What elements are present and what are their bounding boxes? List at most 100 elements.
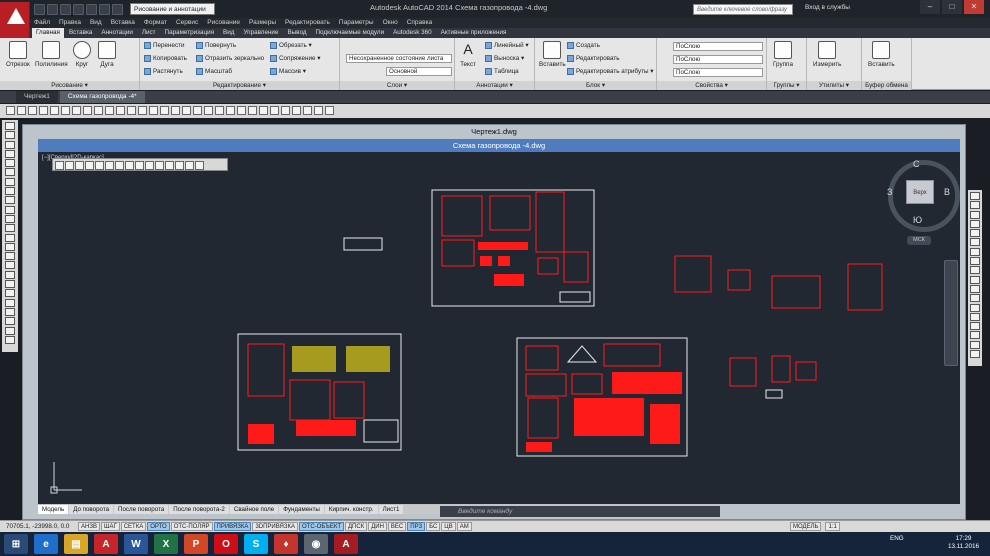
dimension-tool-icon[interactable] — [127, 106, 136, 115]
linetype-select[interactable]: ПоСлою — [673, 55, 763, 64]
taskbar-app-opera[interactable]: O — [214, 534, 238, 554]
modify-tool-icon[interactable] — [970, 331, 980, 340]
dimension-tool-icon[interactable] — [259, 106, 268, 115]
modify-tool-icon[interactable] — [970, 284, 980, 293]
dimension-tool-icon[interactable] — [281, 106, 290, 115]
language-indicator[interactable]: ENG — [890, 535, 904, 542]
status-toggle-12[interactable]: БС — [426, 522, 441, 531]
status-toggle-0[interactable]: АНЗВ — [78, 522, 100, 531]
draw-tool-icon[interactable] — [5, 270, 15, 279]
status-toggle-9[interactable]: ДИН — [368, 522, 387, 531]
snap-tool-icon[interactable] — [105, 161, 114, 170]
print-icon[interactable] — [86, 3, 97, 15]
dimension-tool-icon[interactable] — [226, 106, 235, 115]
model-space-button[interactable]: МОДЕЛЬ — [790, 522, 822, 531]
menu-item-2[interactable]: Вид — [90, 18, 102, 28]
draw-tool-icon[interactable] — [5, 317, 15, 326]
snap-tool-icon[interactable] — [95, 161, 104, 170]
measure-tool[interactable]: Измерить — [813, 41, 841, 68]
menu-item-4[interactable]: Формат — [144, 18, 167, 28]
taskbar-app-autocad[interactable]: A — [94, 534, 118, 554]
move-button[interactable]: Перенести — [144, 41, 185, 50]
dimension-tool-icon[interactable] — [248, 106, 257, 115]
status-toggle-3[interactable]: ОРТО — [147, 522, 170, 531]
groups-panel-title[interactable]: Группы ▾ — [767, 81, 806, 90]
draw-tool-icon[interactable] — [5, 149, 15, 158]
taskbar-app-pdf[interactable]: ♦ — [274, 534, 298, 554]
scale-button[interactable]: Масштаб — [196, 67, 232, 76]
annotation-panel-title[interactable]: Аннотации ▾ — [455, 81, 534, 90]
draw-panel-title[interactable]: Рисование ▾ — [0, 81, 139, 90]
ribbon-tab-8[interactable]: Подключаемые модули — [312, 28, 389, 38]
edit-block-button[interactable]: Редактировать — [567, 54, 620, 63]
minimize-button[interactable]: – — [920, 0, 940, 14]
taskbar-app-explorer[interactable]: ▤ — [64, 534, 88, 554]
draw-tool-icon[interactable] — [5, 298, 15, 307]
line-tool[interactable]: Отрезок — [6, 41, 30, 68]
close-button[interactable]: ✕ — [964, 0, 984, 14]
modify-tool-icon[interactable] — [970, 350, 980, 359]
mirror-button[interactable]: Отразить зеркально — [196, 54, 264, 63]
menu-item-9[interactable]: Параметры — [339, 18, 374, 28]
annotation-scale-button[interactable]: 1:1 — [825, 522, 840, 531]
fillet-button[interactable]: Сопряжение ▾ — [270, 54, 320, 63]
dimension-tool-icon[interactable] — [94, 106, 103, 115]
modify-tool-icon[interactable] — [970, 266, 980, 275]
layout-tab-0[interactable]: Модель — [38, 505, 69, 514]
snap-tool-icon[interactable] — [185, 161, 194, 170]
draw-tool-icon[interactable] — [5, 326, 15, 335]
dimension-tool-icon[interactable] — [292, 106, 301, 115]
menu-item-10[interactable]: Окно — [383, 18, 398, 28]
stretch-button[interactable]: Растянуть — [144, 67, 183, 76]
layers-panel-title[interactable]: Слои ▾ — [340, 81, 454, 90]
draw-tool-icon[interactable] — [5, 205, 15, 214]
dimension-tool-icon[interactable] — [215, 106, 224, 115]
dimension-tool-icon[interactable] — [182, 106, 191, 115]
command-line[interactable]: Введите команду — [440, 506, 720, 517]
dimension-tool-icon[interactable] — [28, 106, 37, 115]
document-tab-1[interactable]: Схема газопровода -4* — [59, 91, 145, 103]
menu-item-0[interactable]: Файл — [34, 18, 50, 28]
dimension-tool-icon[interactable] — [270, 106, 279, 115]
layout-tab-1[interactable]: До поворота — [69, 505, 114, 514]
snap-tool-icon[interactable] — [165, 161, 174, 170]
draw-tool-icon[interactable] — [5, 140, 15, 149]
dimension-tool-icon[interactable] — [171, 106, 180, 115]
polyline-tool[interactable]: Полилиния — [35, 41, 68, 68]
menu-item-11[interactable]: Справка — [407, 18, 433, 28]
status-toggle-14[interactable]: АМ — [456, 522, 472, 531]
status-toggle-13[interactable]: ЦВ — [441, 522, 456, 531]
modify-tool-icon[interactable] — [970, 275, 980, 284]
status-toggle-2[interactable]: СЕТКА — [120, 522, 147, 531]
undo-icon[interactable] — [99, 3, 110, 15]
taskbar-app-word[interactable]: W — [124, 534, 148, 554]
layout-tab-3[interactable]: После поворота-2 — [169, 505, 229, 514]
maximize-button[interactable]: □ — [942, 0, 962, 14]
draw-tool-icon[interactable] — [5, 224, 15, 233]
taskbar-app-ie[interactable]: e — [34, 534, 58, 554]
modify-tool-icon[interactable] — [970, 294, 980, 303]
drawing-canvas[interactable] — [38, 152, 960, 504]
modify-tool-icon[interactable] — [970, 247, 980, 256]
draw-tool-icon[interactable] — [5, 196, 15, 205]
status-toggle-11[interactable]: ПРЗ — [407, 522, 426, 531]
status-toggle-6[interactable]: 3DПРИВЯЗКА — [252, 522, 298, 531]
dimension-tool-icon[interactable] — [6, 106, 15, 115]
status-toggle-10[interactable]: ВЕС — [387, 522, 407, 531]
dimension-tool-icon[interactable] — [303, 106, 312, 115]
open-icon[interactable] — [47, 3, 58, 15]
snap-tool-icon[interactable] — [65, 161, 74, 170]
paste-tool[interactable]: Вставить — [868, 41, 895, 68]
application-menu-button[interactable] — [0, 2, 30, 42]
draw-tool-icon[interactable] — [5, 242, 15, 251]
insert-block-tool[interactable]: Вставить — [539, 41, 566, 68]
modify-tool-icon[interactable] — [970, 312, 980, 321]
layout-tab-6[interactable]: Кирпич. констр. — [324, 505, 378, 514]
snap-tool-icon[interactable] — [75, 161, 84, 170]
ribbon-tab-1[interactable]: Вставка — [65, 28, 96, 38]
edit-attributes-button[interactable]: Редактировать атрибуты ▾ — [567, 67, 653, 76]
snap-tool-icon[interactable] — [125, 161, 134, 170]
leader-button[interactable]: Выноска ▾ — [485, 54, 524, 63]
status-toggle-7[interactable]: ОТС-ОБЪЕКТ — [299, 522, 344, 531]
redo-icon[interactable] — [112, 3, 123, 15]
